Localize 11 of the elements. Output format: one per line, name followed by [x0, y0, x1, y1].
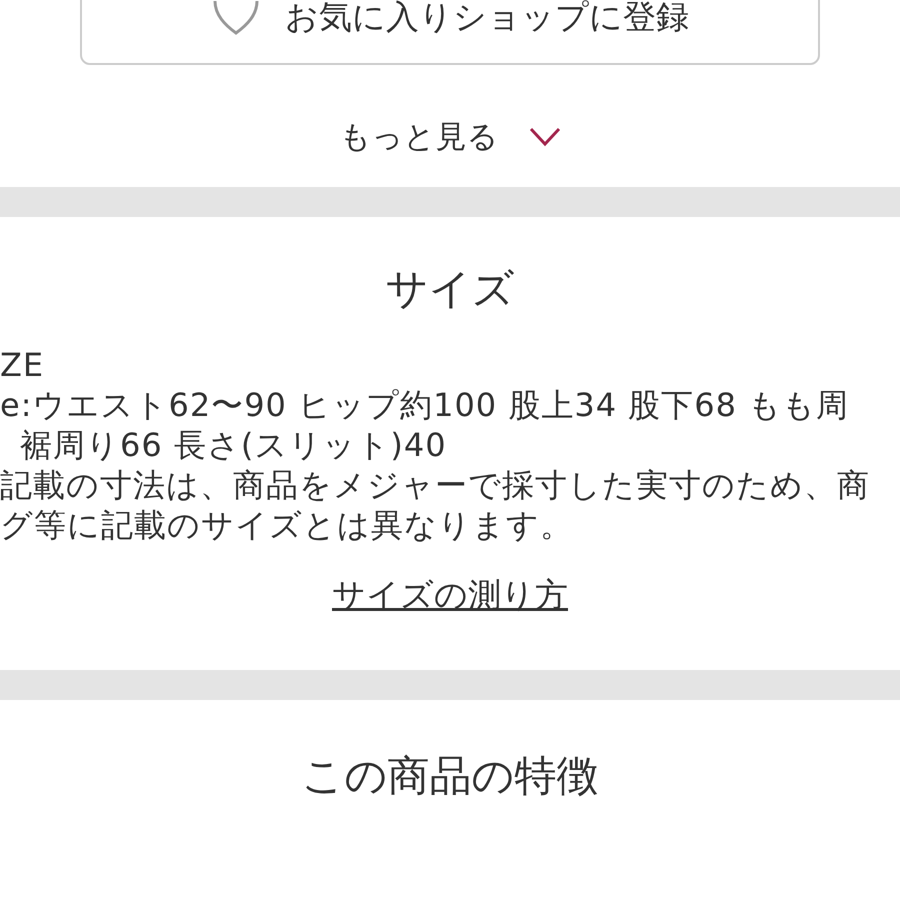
size-text: e:ウエスト62〜90 ヒップ約100 股上34 股下68 もも周 — [0, 386, 850, 424]
size-text: ZE — [0, 346, 44, 384]
favorite-shop-button[interactable]: お気に入りショップに登録 — [80, 0, 820, 65]
size-text: グ等に記載のサイズとは異なります。 — [0, 506, 573, 544]
size-guide-link[interactable]: サイズの測り方 — [332, 573, 568, 618]
chevron-down-icon — [528, 127, 560, 147]
section-title: サイズ — [384, 263, 516, 311]
show-more-link[interactable]: もっと見る — [340, 117, 560, 157]
size-text: 記載の寸法は、商品をメジャーで採寸した実寸のため、商 — [0, 466, 870, 504]
section-title: この商品の特徴 — [300, 750, 600, 798]
size-text: 裾周り66 長さ(スリット)40 — [20, 426, 447, 464]
